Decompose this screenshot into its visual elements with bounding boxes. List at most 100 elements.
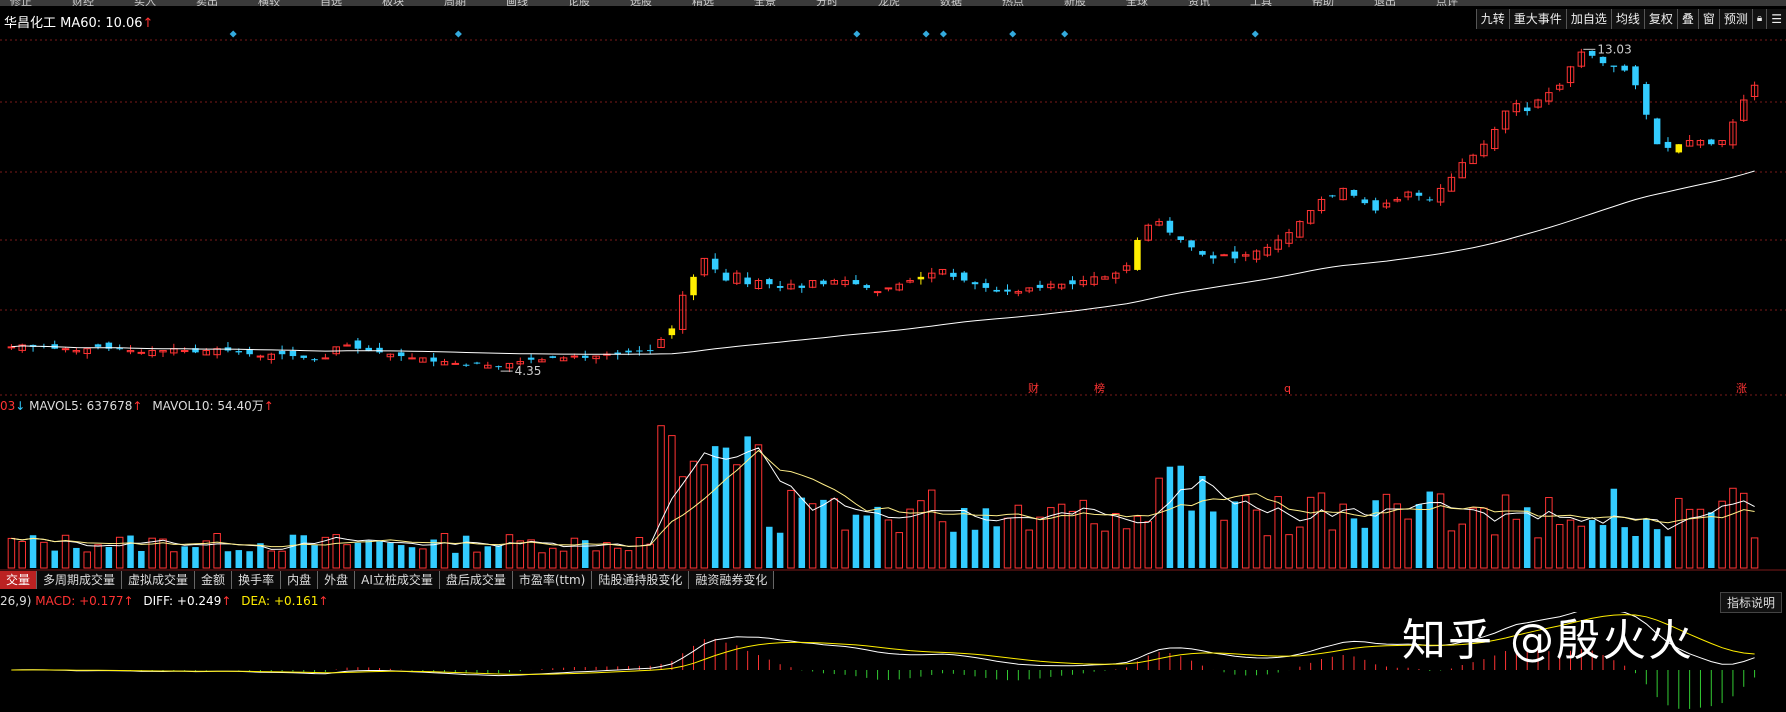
volume-bar bbox=[1220, 519, 1228, 569]
volume-bar bbox=[213, 533, 221, 569]
candle-body bbox=[300, 355, 307, 358]
volume-bar bbox=[440, 533, 449, 569]
volume-bar bbox=[1155, 477, 1163, 569]
volume-bar bbox=[1534, 537, 1542, 569]
volume-bar bbox=[1577, 525, 1586, 569]
candle-body bbox=[1361, 199, 1369, 204]
volume-bar bbox=[1750, 537, 1759, 569]
candle-body bbox=[321, 357, 330, 360]
candle-body bbox=[365, 347, 372, 351]
volume-bar bbox=[1079, 499, 1088, 569]
candle-body bbox=[776, 286, 784, 288]
volume-bar bbox=[332, 534, 340, 569]
candle-body bbox=[1632, 66, 1639, 86]
candle-body bbox=[582, 355, 589, 358]
volume-bar bbox=[51, 550, 58, 568]
volume-bar bbox=[1133, 515, 1142, 569]
volume-bar bbox=[1166, 466, 1174, 568]
volume-bar bbox=[971, 529, 979, 568]
volume-bar bbox=[1523, 507, 1531, 568]
volume-bar bbox=[376, 541, 383, 568]
volume-chart bbox=[0, 425, 1786, 571]
volume-bar bbox=[505, 534, 514, 569]
volume-bar bbox=[138, 550, 145, 568]
volume-bar bbox=[365, 540, 372, 568]
indicator-tab-2[interactable]: 虚拟成交量 bbox=[122, 571, 196, 589]
volume-bar bbox=[452, 552, 459, 568]
volume-bar bbox=[300, 535, 307, 568]
volume-bar bbox=[798, 497, 806, 568]
indicator-tab-6[interactable]: 外盘 bbox=[318, 571, 356, 589]
volume-bar bbox=[787, 489, 795, 569]
volume-bar bbox=[267, 550, 276, 569]
volume-bar bbox=[808, 503, 817, 569]
volume-bar bbox=[1382, 493, 1391, 569]
candle-body bbox=[1599, 56, 1607, 64]
volume-bar bbox=[224, 551, 232, 568]
volume-bar bbox=[668, 435, 676, 569]
volume-bar bbox=[1393, 503, 1402, 569]
volume-bar bbox=[1339, 503, 1347, 569]
volume-bar bbox=[1350, 518, 1358, 568]
volume-bar bbox=[689, 460, 698, 569]
candle-body bbox=[798, 285, 806, 288]
watermark: 知乎 @殷火火 bbox=[1402, 615, 1694, 666]
candle-body bbox=[1372, 200, 1379, 211]
volume-bar bbox=[1177, 465, 1184, 568]
volume-bar bbox=[603, 542, 611, 569]
volume-bar bbox=[1112, 513, 1120, 569]
volume-bar bbox=[1036, 516, 1044, 569]
indicator-tab-9[interactable]: 市盈率(ttm) bbox=[512, 571, 593, 589]
dea-value: +0.161 bbox=[273, 594, 319, 608]
candle-body bbox=[549, 356, 557, 358]
event-marker-2: q bbox=[1284, 382, 1291, 395]
indicator-tab-3[interactable]: 金额 bbox=[195, 571, 233, 589]
volume-bar bbox=[982, 508, 990, 568]
candle-body bbox=[397, 352, 405, 357]
event-marker-0: 财 bbox=[1028, 381, 1039, 395]
mavol10-line bbox=[11, 449, 1755, 548]
volume-bar bbox=[592, 550, 600, 569]
volume-bar bbox=[1621, 527, 1628, 568]
volume-bar bbox=[83, 551, 91, 569]
event-diamond-icon bbox=[229, 30, 237, 38]
volume-bar bbox=[1274, 496, 1282, 569]
volume-bar bbox=[657, 425, 665, 569]
ma60-line bbox=[11, 170, 1755, 355]
indicator-tab-10[interactable]: 陆股通持股变化 bbox=[592, 571, 690, 589]
volume-bar bbox=[1241, 495, 1250, 569]
macd-label: MACD: bbox=[35, 594, 76, 608]
candle-body bbox=[960, 272, 968, 281]
volume-bar bbox=[549, 547, 557, 569]
indicator-tabs: 交量 多周期成交量 虚拟成交量 金额 换手率 内盘 外盘 AI立桩成交量 盘后成交量 市盈率(tt… bbox=[0, 571, 775, 589]
indicator-tab-4[interactable]: 换手率 bbox=[232, 571, 282, 589]
indicator-tab-1[interactable]: 多周期成交量 bbox=[37, 571, 123, 589]
volume-bar bbox=[1643, 518, 1650, 568]
volume-bar bbox=[646, 543, 654, 569]
candle-body bbox=[852, 280, 860, 285]
volume-bar bbox=[1675, 497, 1683, 569]
volume-bar bbox=[1740, 492, 1748, 569]
volume-bar bbox=[1328, 529, 1337, 569]
candle-body bbox=[289, 350, 297, 357]
volume-bar bbox=[115, 536, 124, 569]
volume-bar bbox=[1718, 500, 1726, 569]
indicator-help-button[interactable]: 指标说明 bbox=[1719, 592, 1782, 613]
candle-body bbox=[625, 350, 632, 353]
candle-body bbox=[1426, 199, 1434, 201]
volume-bar bbox=[1480, 507, 1488, 569]
event-diamond-icon bbox=[853, 30, 861, 38]
volume-bar bbox=[1545, 497, 1553, 569]
indicator-tab-8[interactable]: 盘后成交量 bbox=[439, 571, 513, 589]
candle-body bbox=[766, 279, 773, 285]
volume-bar bbox=[170, 551, 178, 569]
indicator-tab-11[interactable]: 融资融券变化 bbox=[689, 571, 775, 589]
volume-bar bbox=[127, 535, 134, 568]
indicator-tab-5[interactable]: 内盘 bbox=[281, 571, 319, 589]
volume-bar bbox=[73, 547, 80, 568]
volume-bar bbox=[733, 464, 741, 569]
indicator-tab-0[interactable]: 交量 bbox=[0, 571, 38, 589]
volume-bar bbox=[1458, 523, 1467, 569]
indicator-tab-7[interactable]: AI立桩成交量 bbox=[355, 571, 440, 589]
volume-bar bbox=[181, 546, 188, 568]
